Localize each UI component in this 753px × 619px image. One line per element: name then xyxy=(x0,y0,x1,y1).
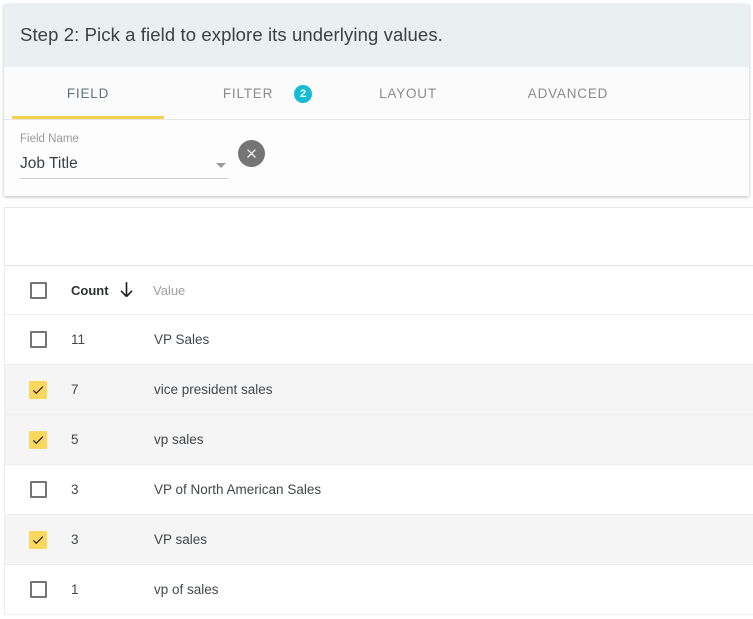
tab-layout[interactable]: LAYOUT xyxy=(344,67,472,119)
select-all-cell xyxy=(5,281,71,299)
row-checkbox[interactable] xyxy=(29,581,47,598)
row-select-cell xyxy=(5,530,71,549)
sort-descending-icon xyxy=(119,281,134,300)
active-tab-indicator xyxy=(12,116,164,119)
field-name-label: Field Name xyxy=(20,133,79,145)
check-icon xyxy=(32,535,44,544)
row-select-cell xyxy=(5,380,71,399)
row-checkbox-checked[interactable] xyxy=(29,430,47,449)
tab-advanced[interactable]: ADVANCED xyxy=(494,67,642,119)
row-checkbox-checked[interactable] xyxy=(29,380,47,399)
row-count: 1 xyxy=(71,582,79,597)
row-select-cell xyxy=(5,430,71,449)
row-value: VP sales xyxy=(154,532,208,547)
row-count: 7 xyxy=(71,382,79,397)
tab-advanced-label: ADVANCED xyxy=(527,85,609,101)
close-circle-icon xyxy=(247,149,256,158)
row-count: 11 xyxy=(71,332,86,347)
field-config-panel: Step 2: Pick a field to explore its unde… xyxy=(4,4,749,196)
row-value: vp sales xyxy=(154,432,204,447)
row-select-cell xyxy=(5,581,71,598)
step-header: Step 2: Pick a field to explore its unde… xyxy=(4,4,749,67)
tab-bar: FIELD FILTER 2 LAYOUT ADVANCED xyxy=(4,67,749,120)
row-select-cell xyxy=(5,481,71,498)
check-icon xyxy=(32,435,44,444)
tab-filter-badge: 2 xyxy=(294,85,312,103)
field-name-row: Field Name Job Title xyxy=(4,120,749,196)
column-header-count-label: Count xyxy=(71,282,109,298)
row-checkbox[interactable] xyxy=(29,331,47,348)
column-header-value[interactable]: Value xyxy=(153,283,753,298)
table-row[interactable]: 1 vp of sales xyxy=(5,565,753,615)
field-name-group: Field Name Job Title xyxy=(20,133,228,179)
row-count: 5 xyxy=(71,432,79,447)
tab-filter[interactable]: FILTER xyxy=(184,67,312,119)
row-count: 3 xyxy=(71,532,79,547)
table-body: 11 VP Sales 7 vice president sales 5 vp sales… xyxy=(5,315,753,615)
table-header-row: Count Value xyxy=(5,266,753,315)
tab-field-label: FIELD xyxy=(66,85,110,101)
column-header-count[interactable]: Count xyxy=(71,281,153,300)
field-name-value: Job Title xyxy=(20,154,78,172)
row-checkbox[interactable] xyxy=(29,481,47,498)
select-all-checkbox[interactable] xyxy=(29,281,47,299)
row-count: 3 xyxy=(71,482,79,497)
row-checkbox-checked[interactable] xyxy=(29,530,47,549)
tab-layout-label: LAYOUT xyxy=(379,85,437,101)
tab-field[interactable]: FIELD xyxy=(12,67,164,119)
clear-field-button[interactable] xyxy=(238,140,265,167)
table-row[interactable]: 3 VP sales xyxy=(5,515,753,565)
values-table-card: Count Value 11 VP Sales 7 vice president sa… xyxy=(4,207,753,615)
chevron-down-icon xyxy=(216,162,226,168)
tab-filter-label: FILTER xyxy=(222,85,274,101)
row-value: vice president sales xyxy=(154,382,273,397)
table-row[interactable]: 11 VP Sales xyxy=(5,315,753,365)
row-select-cell xyxy=(5,331,71,348)
table-row[interactable]: 3 VP of North American Sales xyxy=(5,465,753,515)
row-value: VP Sales xyxy=(154,332,210,347)
table-row[interactable]: 7 vice president sales xyxy=(5,365,753,415)
table-row[interactable]: 5 vp sales xyxy=(5,415,753,465)
column-header-value-label: Value xyxy=(153,282,186,298)
page-title: Step 2: Pick a field to explore its unde… xyxy=(20,24,443,46)
field-name-select[interactable]: Job Title xyxy=(20,155,228,179)
row-value: vp of sales xyxy=(154,582,219,597)
check-icon xyxy=(32,385,44,394)
row-value: VP of North American Sales xyxy=(154,482,322,497)
table-toolbar xyxy=(5,208,753,266)
